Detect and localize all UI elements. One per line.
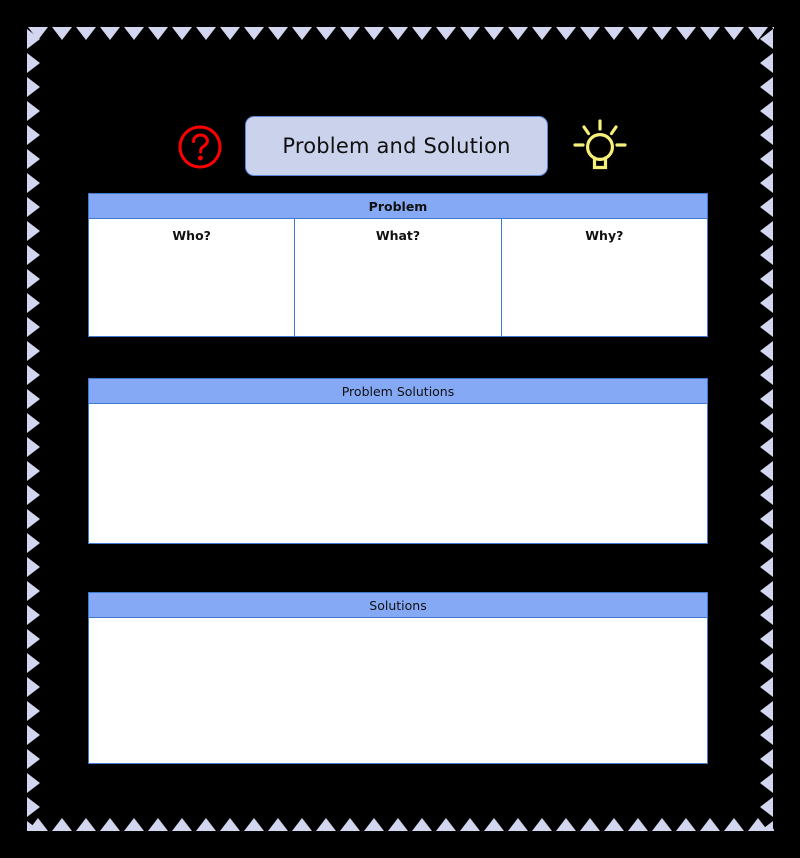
worksheet-title-pill: Problem and Solution	[245, 116, 548, 176]
problem-column-why[interactable]: Why?	[502, 219, 707, 336]
decorative-border-left	[27, 27, 41, 831]
section-solutions-heading: Solutions	[369, 597, 427, 613]
section-problem: Problem Who? What? Why?	[88, 193, 708, 337]
section-problem-body: Who? What? Why?	[88, 219, 708, 337]
problem-column-what-label: What?	[375, 228, 421, 243]
section-problem-solutions-body[interactable]	[88, 404, 708, 544]
decorative-border-bottom	[26, 817, 774, 831]
lightbulb-icon	[573, 119, 627, 170]
section-problem-solutions-header: Problem Solutions	[88, 378, 708, 404]
section-problem-solutions-heading: Problem Solutions	[341, 383, 455, 399]
decorative-border-top	[26, 27, 774, 41]
problem-column-who[interactable]: Who?	[89, 219, 296, 336]
section-problem-heading: Problem	[368, 198, 428, 214]
section-problem-solutions: Problem Solutions	[88, 378, 708, 544]
question-mark-circle-icon	[178, 125, 222, 169]
worksheet-canvas: Problem and Solution Problem Who? What? …	[0, 0, 800, 858]
section-solutions-body[interactable]	[88, 618, 708, 764]
page-title: Problem and Solution	[282, 134, 511, 158]
section-problem-header: Problem	[88, 193, 708, 219]
section-solutions: Solutions	[88, 592, 708, 764]
decorative-border-right	[759, 27, 773, 831]
section-solutions-header: Solutions	[88, 592, 708, 618]
worksheet-header: Problem and Solution	[0, 56, 800, 176]
problem-column-who-label: Who?	[172, 228, 211, 243]
problem-column-why-label: Why?	[585, 228, 624, 243]
problem-column-what[interactable]: What?	[295, 219, 502, 336]
